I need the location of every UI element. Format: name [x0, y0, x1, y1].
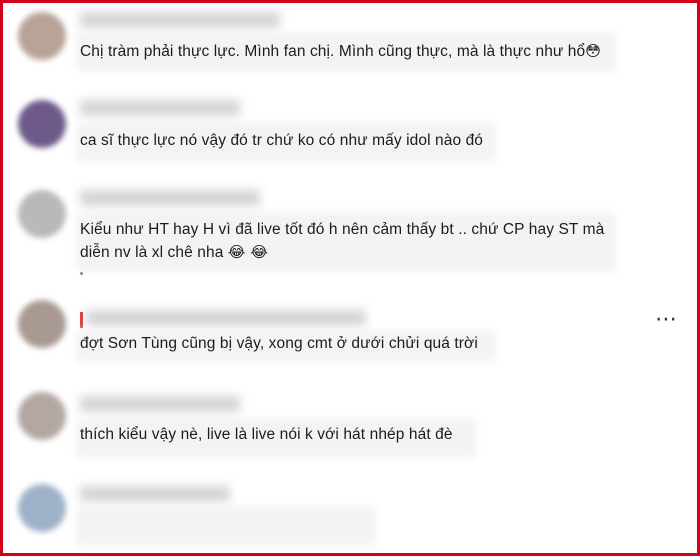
comment-text: thích kiểu vậy nè, live là live nói k vớ…	[80, 424, 453, 446]
comment-text: Kiểu như HT hay H vì đã live tốt đó h nê…	[80, 219, 604, 264]
blurred-username	[80, 190, 260, 206]
avatar[interactable]	[18, 392, 66, 440]
comment-text-line: diễn nv là xl chê nha	[80, 244, 224, 261]
flushed-face-emoji: 😳	[585, 42, 601, 60]
blurred-username	[86, 310, 366, 326]
comment-text-line: Kiểu như HT hay H vì đã live tốt đó h nê…	[80, 221, 605, 238]
badge-marker	[80, 312, 83, 328]
comment-text: Chị tràm phải thực lực. Mình fan chị. Mì…	[80, 40, 601, 63]
comment-text-body: ca sĩ thực lực nó vậy đó tr chứ ko có nh…	[80, 132, 484, 149]
comment-text-body: đợt Sơn Tùng cũng bị vậy, xong cmt ở dướ…	[80, 335, 478, 352]
avatar[interactable]	[18, 300, 66, 348]
avatar[interactable]	[18, 100, 66, 148]
blurred-username	[80, 486, 230, 502]
comment-text: đợt Sơn Tùng cũng bị vậy, xong cmt ở dướ…	[80, 333, 478, 355]
avatar[interactable]	[18, 190, 66, 238]
avatar[interactable]	[18, 484, 66, 532]
comment-text: ca sĩ thực lực nó vậy đó tr chứ ko có nh…	[80, 130, 483, 152]
blurred-username	[80, 396, 240, 412]
divider-dot	[80, 272, 83, 275]
laughing-emoji: 😂 😂	[227, 243, 268, 261]
blurred-username	[80, 100, 240, 116]
comment-text-body: Chị tràm phải thực lực. Mình fan chị. Mì…	[80, 43, 586, 60]
comment-bubble	[76, 506, 376, 546]
avatar[interactable]	[18, 12, 66, 60]
screenshot-border	[0, 0, 700, 556]
blurred-username	[80, 12, 280, 28]
comment-text-body: thích kiểu vậy nè, live là live nói k vớ…	[80, 426, 453, 443]
more-options-icon[interactable]: ⋯	[655, 307, 678, 332]
